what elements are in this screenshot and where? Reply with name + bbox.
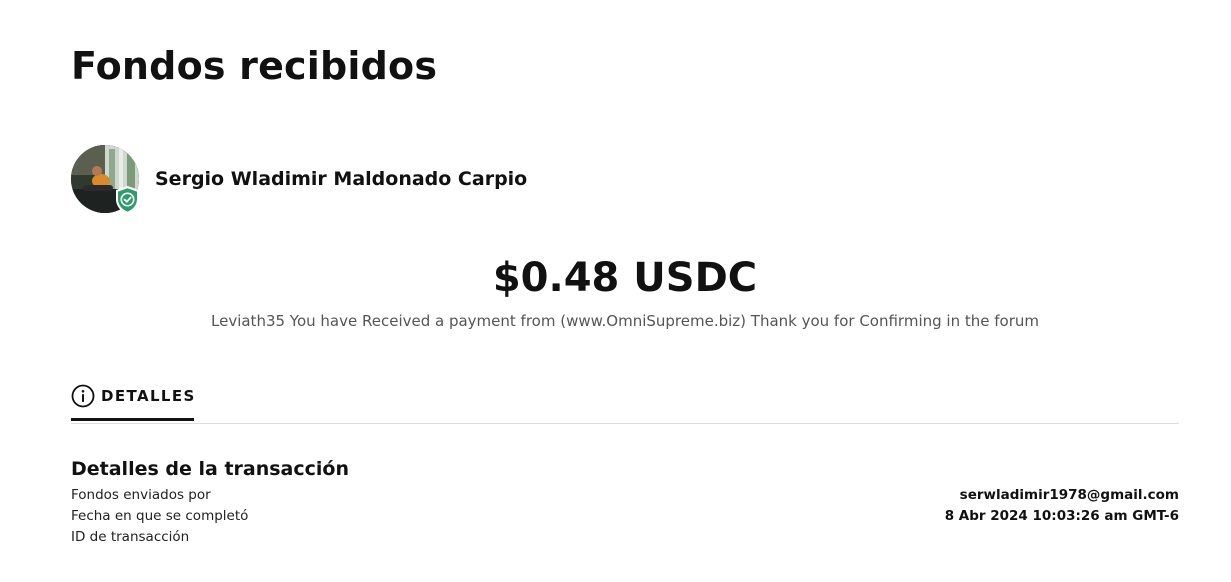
payment-amount: $0.48 USDC [492, 255, 758, 301]
transaction-details-title: Detalles de la transacción [71, 458, 349, 480]
sender-avatar-wrap[interactable] [71, 145, 141, 215]
info-circle-icon [71, 384, 95, 408]
sender-name: Sergio Wladimir Maldonado Carpio [155, 168, 528, 190]
page-title: Fondos recibidos [71, 44, 438, 88]
tab-details[interactable]: DETALLES [71, 380, 194, 421]
completed-date-value: 8 Abr 2024 10:03:26 am GMT-6 [944, 508, 1179, 524]
transaction-page: Fondos recibidos Sergio Wladimir Maldona… [71, 0, 1179, 582]
tab-details-label: DETALLES [101, 387, 196, 405]
payment-memo: Leviath35 You have Received a payment fr… [211, 312, 1039, 330]
completed-date-label: Fecha en que se completó [71, 508, 249, 524]
sent-by-label: Fondos enviados por [71, 487, 211, 503]
sender-row: Sergio Wladimir Maldonado Carpio [71, 144, 527, 214]
transaction-id-label: ID de transacción [71, 529, 190, 545]
tab-bar: DETALLES [71, 380, 1179, 424]
sent-by-value: serwladimir1978@gmail.com [959, 487, 1179, 503]
verified-shield-check-icon [114, 185, 141, 215]
